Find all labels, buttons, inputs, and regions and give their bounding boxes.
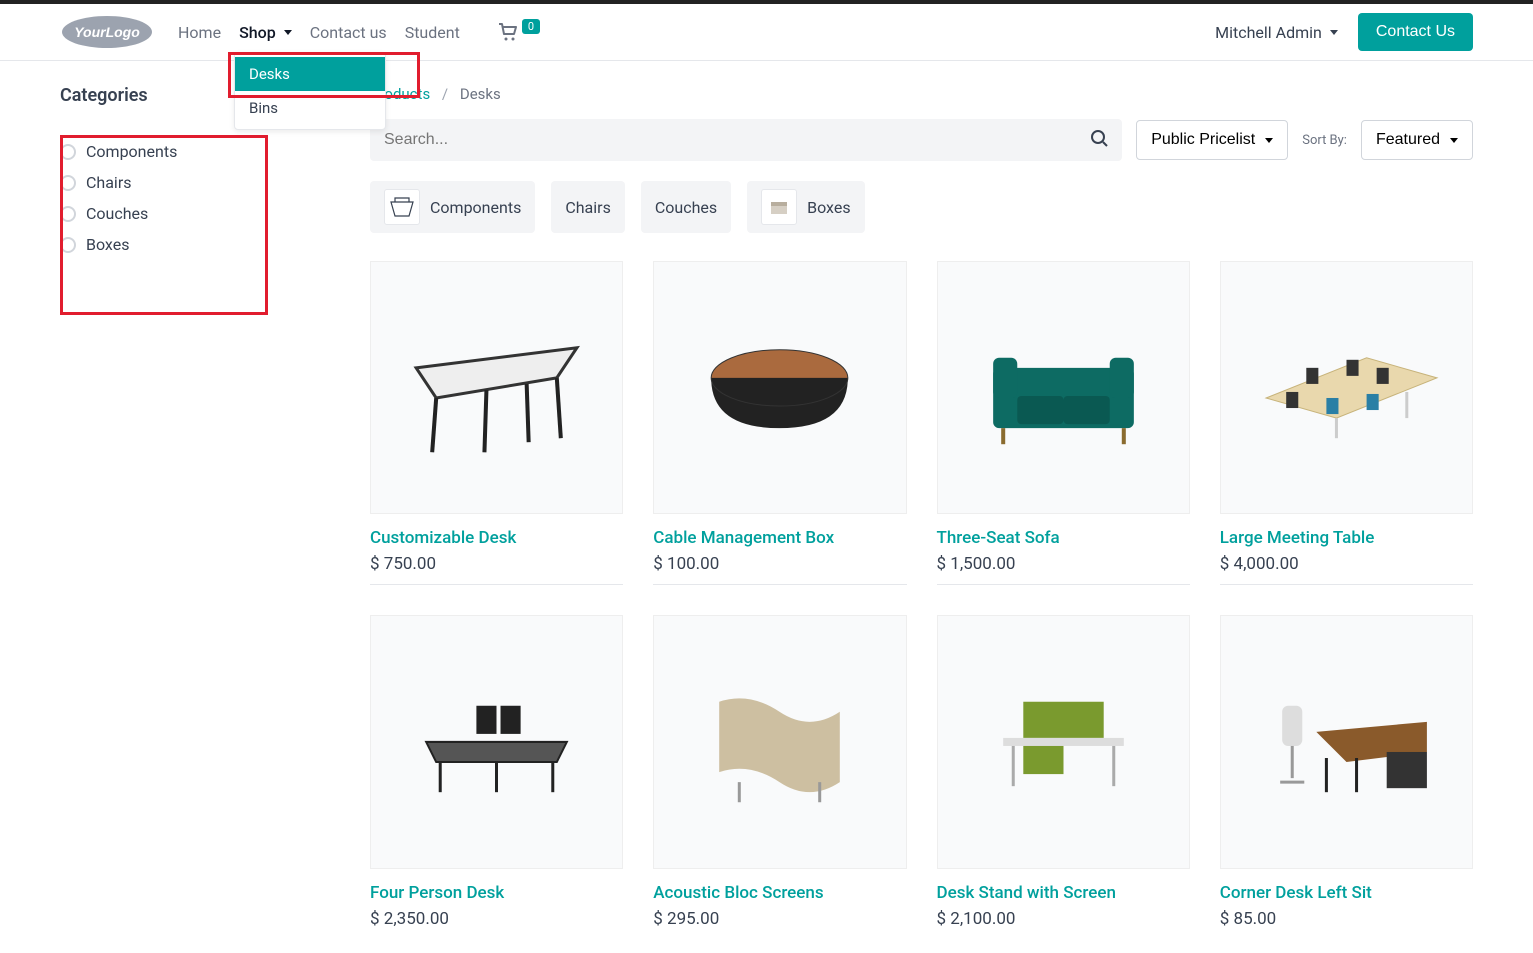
user-menu[interactable]: Mitchell Admin	[1215, 23, 1338, 42]
search-box[interactable]	[370, 119, 1122, 161]
product-price: $ 750.00	[370, 554, 623, 574]
product-card[interactable]: Four Person Desk $ 2,350.00	[370, 615, 623, 928]
product-image	[1220, 261, 1473, 514]
caret-down-icon	[1265, 138, 1273, 143]
chip-thumb	[761, 189, 797, 225]
product-title[interactable]: Cable Management Box	[653, 528, 906, 548]
category-label: Boxes	[86, 235, 129, 254]
breadcrumb-current: Desks	[460, 85, 501, 103]
chip-chairs[interactable]: Chairs	[551, 181, 625, 233]
product-image	[370, 615, 623, 868]
shop-menu-bins[interactable]: Bins	[235, 91, 385, 125]
product-image	[937, 615, 1190, 868]
product-title[interactable]: Large Meeting Table	[1220, 528, 1473, 548]
product-title[interactable]: Customizable Desk	[370, 528, 623, 548]
product-card[interactable]: Acoustic Bloc Screens $ 295.00	[653, 615, 906, 928]
radio-icon	[60, 206, 76, 222]
shop-menu-desks[interactable]: Desks	[235, 57, 385, 91]
product-title[interactable]: Three-Seat Sofa	[937, 528, 1190, 548]
sort-select[interactable]: Featured	[1361, 120, 1473, 160]
category-label: Components	[86, 142, 177, 161]
product-image	[937, 261, 1190, 514]
logo[interactable]: YourLogo	[60, 12, 154, 52]
product-price: $ 2,350.00	[370, 909, 623, 929]
breadcrumb-separator: /	[442, 85, 448, 103]
contact-us-button[interactable]: Contact Us	[1358, 13, 1473, 51]
product-card[interactable]: Corner Desk Left Sit $ 85.00	[1220, 615, 1473, 928]
nav-shop[interactable]: Shop	[239, 23, 292, 42]
category-boxes[interactable]: Boxes	[60, 229, 330, 260]
product-image	[1220, 615, 1473, 868]
category-components[interactable]: Components	[60, 136, 330, 167]
chip-label: Components	[430, 198, 521, 217]
radio-icon	[60, 175, 76, 191]
caret-down-icon	[1330, 30, 1338, 35]
product-card[interactable]: Customizable Desk $ 750.00	[370, 261, 623, 585]
product-price: $ 4,000.00	[1220, 554, 1473, 574]
product-price: $ 85.00	[1220, 909, 1473, 929]
product-card[interactable]: Large Meeting Table $ 4,000.00	[1220, 261, 1473, 585]
pricelist-select[interactable]: Public Pricelist	[1136, 120, 1288, 160]
nav-shop-label: Shop	[239, 23, 276, 42]
cart-count-badge: 0	[522, 19, 540, 34]
product-title[interactable]: Corner Desk Left Sit	[1220, 883, 1473, 903]
svg-text:YourLogo: YourLogo	[74, 24, 140, 40]
product-price: $ 2,100.00	[937, 909, 1190, 929]
product-title[interactable]: Four Person Desk	[370, 883, 623, 903]
cart-icon	[498, 23, 518, 41]
cart-button[interactable]: 0	[498, 23, 540, 41]
shop-dropdown-menu: Desks Bins	[234, 52, 386, 130]
product-card[interactable]: Desk Stand with Screen $ 2,100.00	[937, 615, 1190, 928]
user-name: Mitchell Admin	[1215, 23, 1322, 42]
chip-components[interactable]: Components	[370, 181, 535, 233]
product-image	[370, 261, 623, 514]
chip-label: Couches	[655, 198, 717, 217]
caret-down-icon	[1450, 138, 1458, 143]
category-chairs[interactable]: Chairs	[60, 167, 330, 198]
chip-couches[interactable]: Couches	[641, 181, 731, 233]
nav-student[interactable]: Student	[405, 23, 460, 42]
search-icon[interactable]	[1090, 129, 1108, 151]
nav-home[interactable]: Home	[178, 23, 221, 42]
product-price: $ 100.00	[653, 554, 906, 574]
breadcrumb: Products / Desks	[370, 85, 1473, 103]
product-title[interactable]: Desk Stand with Screen	[937, 883, 1190, 903]
search-input[interactable]	[384, 131, 1090, 149]
category-label: Couches	[86, 204, 148, 223]
sort-value: Featured	[1376, 131, 1440, 149]
chip-thumb	[384, 189, 420, 225]
product-image	[653, 615, 906, 868]
sort-label: Sort By:	[1302, 133, 1347, 148]
category-label: Chairs	[86, 173, 132, 192]
product-title[interactable]: Acoustic Bloc Screens	[653, 883, 906, 903]
nav-contact-us[interactable]: Contact us	[310, 23, 387, 42]
radio-icon	[60, 237, 76, 253]
chip-label: Boxes	[807, 198, 850, 217]
product-image	[653, 261, 906, 514]
chip-label: Chairs	[565, 198, 611, 217]
product-price: $ 295.00	[653, 909, 906, 929]
product-card[interactable]: Cable Management Box $ 100.00	[653, 261, 906, 585]
radio-icon	[60, 144, 76, 160]
product-price: $ 1,500.00	[937, 554, 1190, 574]
category-couches[interactable]: Couches	[60, 198, 330, 229]
chip-boxes[interactable]: Boxes	[747, 181, 864, 233]
pricelist-label: Public Pricelist	[1151, 131, 1255, 149]
caret-down-icon	[284, 30, 292, 35]
product-card[interactable]: Three-Seat Sofa $ 1,500.00	[937, 261, 1190, 585]
